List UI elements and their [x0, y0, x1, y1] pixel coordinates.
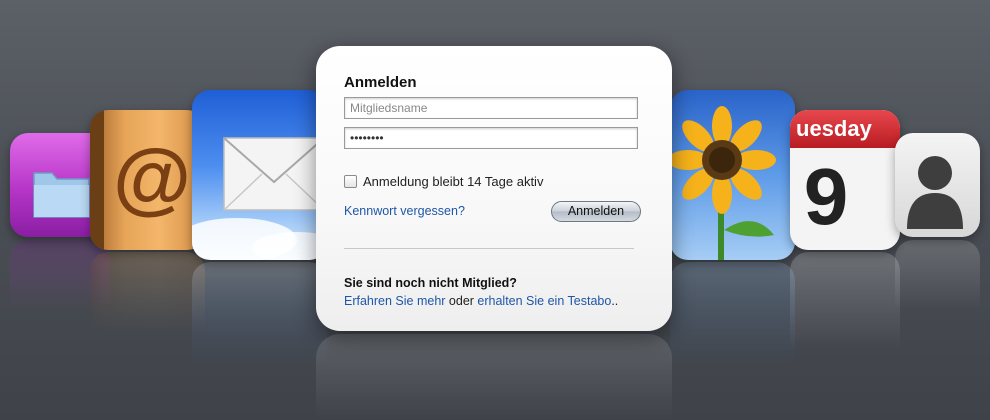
address-book-app-icon[interactable]: @ — [90, 110, 205, 250]
photos-app-icon[interactable] — [670, 90, 795, 260]
divider — [344, 248, 634, 249]
person-silhouette-icon — [907, 156, 963, 229]
remember-checkbox[interactable] — [344, 175, 357, 188]
forgot-password-link[interactable]: Kennwort vergessen? — [344, 204, 465, 218]
envelope-icon — [192, 137, 327, 260]
photos-reflection — [670, 262, 795, 412]
app-carousel: @ uesday 9 Anmelden Mitgliedsname ••••••… — [0, 0, 990, 420]
mail-app-icon[interactable] — [192, 90, 327, 260]
signup-trailing: .. — [611, 294, 619, 308]
username-input[interactable] — [344, 97, 638, 119]
contacts-reflection — [895, 240, 980, 340]
contacts-app-icon[interactable] — [895, 133, 980, 237]
calendar-reflection — [790, 252, 900, 392]
calendar-weekday: uesday — [796, 116, 872, 141]
not-member-question: Sie sind noch nicht Mitglied? — [344, 276, 517, 290]
sunflower-icon — [670, 106, 776, 260]
remember-row: Anmeldung bleibt 14 Tage aktiv — [344, 174, 543, 189]
password-input[interactable] — [344, 127, 638, 149]
address-book-reflection — [90, 252, 205, 367]
svg-text:@: @ — [113, 133, 191, 222]
signup-connector: oder — [445, 294, 478, 308]
learn-more-link[interactable]: Erfahren Sie mehr — [344, 294, 445, 308]
trial-link[interactable]: erhalten Sie ein Testabo — [477, 294, 611, 308]
mail-reflection — [192, 262, 327, 412]
login-button[interactable]: Anmelden — [551, 201, 641, 222]
signup-line: Erfahren Sie mehr oder erhalten Sie ein … — [344, 294, 618, 308]
login-panel-reflection — [316, 334, 672, 420]
login-title: Anmelden — [344, 74, 417, 91]
calendar-day: 9 — [803, 152, 849, 241]
remember-label[interactable]: Anmeldung bleibt 14 Tage aktiv — [363, 174, 543, 189]
at-sign-icon: @ — [90, 110, 191, 250]
calendar-app-icon[interactable]: uesday 9 — [790, 110, 900, 250]
login-panel: Anmelden Anmeldung bleibt 14 Tage aktiv … — [316, 46, 672, 331]
calendar-header: uesday — [790, 110, 900, 148]
